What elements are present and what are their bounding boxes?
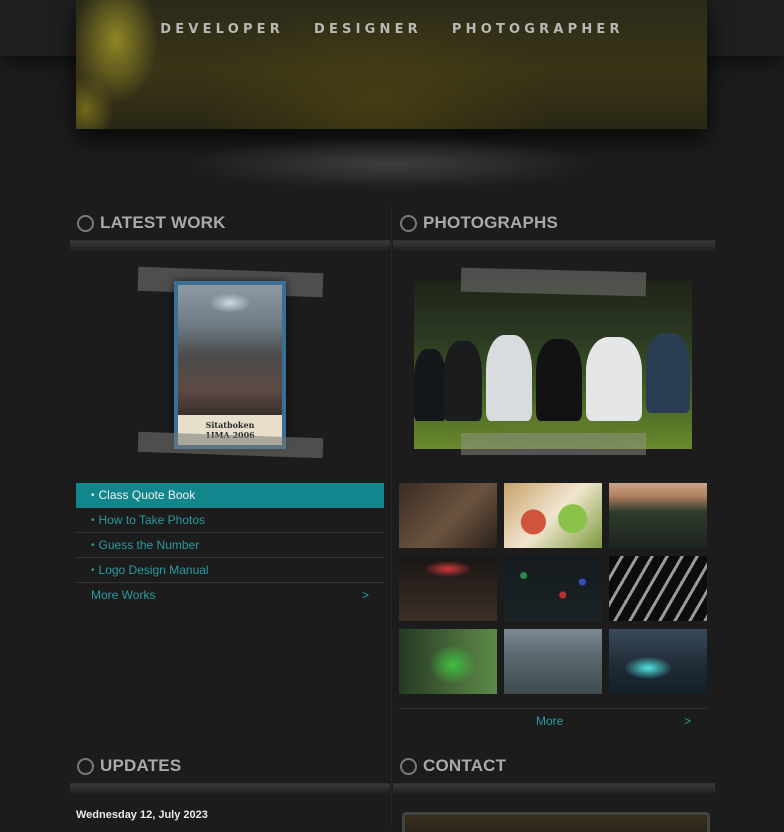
- updates-title: UPDATES: [100, 756, 182, 775]
- hero-banner: [76, 0, 707, 129]
- thumbnail-lights[interactable]: [504, 556, 602, 621]
- person-silhouette: [646, 333, 690, 413]
- latest-work-title: LATEST WORK: [100, 213, 226, 232]
- latest-work-list: • Class Quote Book • How to Take Photos …: [76, 483, 384, 607]
- arrow-right-icon: >: [361, 588, 369, 602]
- person-silhouette: [486, 335, 532, 421]
- section-rule: [70, 240, 390, 252]
- contact-title: CONTACT: [423, 756, 507, 775]
- thumbnail-salad[interactable]: [504, 483, 602, 548]
- arrow-right-icon: >: [683, 713, 691, 728]
- person-silhouette: [444, 341, 482, 421]
- thumbnail-street[interactable]: [504, 629, 602, 694]
- work-item-label: Class Quote Book: [98, 488, 196, 502]
- contact-header: CONTACT: [400, 751, 506, 781]
- tape-bottom: [137, 431, 324, 459]
- section-rule: [393, 240, 715, 252]
- circle-icon: [77, 757, 94, 775]
- contact-image: [402, 812, 710, 832]
- book-title: Sitatboken: [205, 420, 255, 430]
- hero-glow: [180, 138, 600, 190]
- work-item-guess-the-number[interactable]: • Guess the Number: [76, 533, 384, 558]
- bullet-icon: •: [91, 564, 95, 576]
- circle-icon: [400, 214, 417, 232]
- book-cover-photo: [178, 285, 282, 415]
- person-silhouette: [586, 337, 642, 421]
- bullet-icon: •: [91, 489, 95, 501]
- thumbnail-street-sign[interactable]: [609, 483, 707, 548]
- photographs-title: PHOTOGRAPHS: [423, 213, 559, 232]
- featured-photograph[interactable]: [414, 281, 692, 449]
- nav-developer[interactable]: DEVELOPER: [160, 22, 284, 40]
- photo-thumbnails: [399, 483, 707, 694]
- hero-nav: DEVELOPER DESIGNER PHOTOGRAPHER: [0, 22, 784, 40]
- thumbnail-theater[interactable]: [399, 556, 497, 621]
- work-item-class-quote-book[interactable]: • Class Quote Book: [76, 483, 384, 508]
- work-item-label: How to Take Photos: [98, 513, 206, 527]
- work-item-how-to-take-photos[interactable]: • How to Take Photos: [76, 508, 384, 533]
- thumbnail-car[interactable]: [609, 629, 707, 694]
- column-divider: [391, 205, 392, 825]
- thumbnail-green-bucket[interactable]: [399, 629, 497, 694]
- more-works-label: More Works: [91, 588, 156, 602]
- tape-bottom: [461, 433, 646, 455]
- work-item-label: Guess the Number: [98, 538, 200, 552]
- person-silhouette: [414, 349, 446, 421]
- thumbnail-road-lines[interactable]: [609, 556, 707, 621]
- nav-photographer[interactable]: PHOTOGRAPHER: [452, 22, 624, 40]
- thumbnail-book[interactable]: [399, 483, 497, 548]
- more-photos-label: More: [536, 713, 564, 728]
- bullet-icon: •: [91, 539, 95, 551]
- latest-work-header: LATEST WORK: [77, 208, 226, 238]
- work-item-logo-design-manual[interactable]: • Logo Design Manual: [76, 558, 384, 583]
- featured-work-image[interactable]: Sitatboken 1IMA 2006: [174, 281, 286, 449]
- tape-top: [460, 267, 647, 297]
- nav-designer[interactable]: DESIGNER: [314, 22, 422, 40]
- photographs-header: PHOTOGRAPHS: [400, 208, 558, 238]
- more-works-link[interactable]: More Works >: [76, 583, 384, 607]
- more-photos-link[interactable]: More >: [399, 708, 707, 732]
- bullet-icon: •: [91, 514, 95, 526]
- updates-header: UPDATES: [77, 751, 181, 781]
- person-silhouette: [536, 339, 582, 421]
- circle-icon: [400, 757, 417, 775]
- section-rule: [70, 783, 390, 795]
- update-date: Wednesday 12, July 2023: [76, 809, 208, 821]
- work-item-label: Logo Design Manual: [98, 563, 209, 577]
- section-rule: [393, 783, 715, 795]
- circle-icon: [77, 214, 94, 232]
